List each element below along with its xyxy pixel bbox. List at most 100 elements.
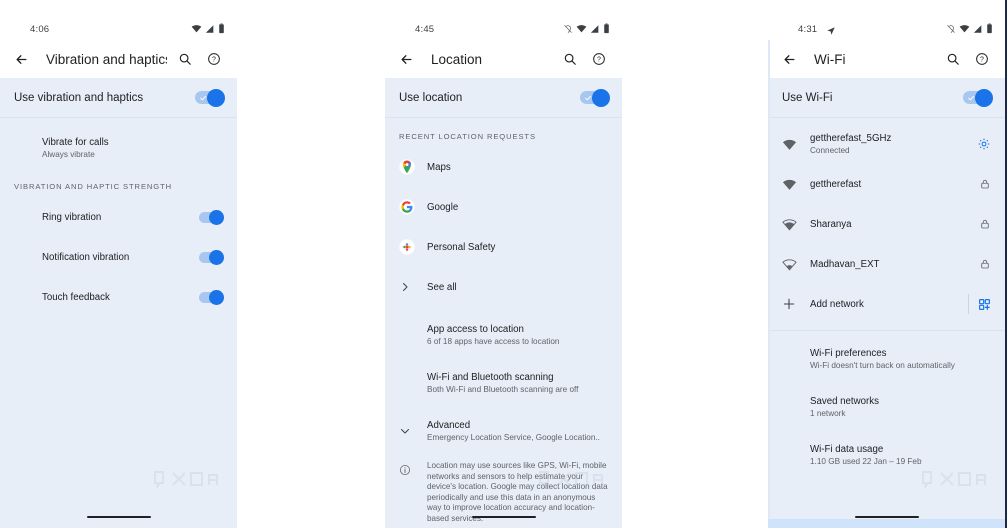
list-item-trailing (199, 289, 224, 305)
section-header-vibration-and-haptic-strength: VIBRATION AND HAPTIC STRENGTH (14, 182, 173, 191)
list-item-ring-vibration[interactable]: Ring vibration (0, 197, 237, 237)
list-item-subtitle: Both Wi-Fi and Bluetooth scanning are of… (427, 384, 579, 394)
help-button[interactable]: ? (203, 48, 225, 70)
toggle-knob (209, 289, 224, 305)
list-item-trailing[interactable] (977, 137, 991, 151)
list-item-personal-safety[interactable]: Personal Safety (385, 227, 622, 267)
list-item-wifi-data-usage[interactable]: Wi-Fi data usage 1.10 GB used 22 Jan – 1… (768, 435, 1005, 475)
list-item-subtitle: 6 of 18 apps have access to location (427, 336, 560, 346)
wifi-signal-3-icon (782, 218, 797, 231)
list-item-network-gettherefast[interactable]: gettherefast (768, 164, 1005, 204)
legal-leading (399, 461, 427, 524)
wifi-signal-2-icon (782, 258, 797, 271)
signal-icon (205, 24, 214, 33)
watermark-xda (153, 469, 223, 494)
list-item-texts: Wi-Fi and Bluetooth scanning Both Wi-Fi … (427, 371, 608, 396)
list-item-texts: Saved networks 1 network (810, 395, 991, 420)
plus-icon (783, 298, 795, 310)
list-item-advanced[interactable]: Advanced Emergency Location Service, Goo… (385, 411, 622, 451)
list-item-title: Wi-Fi preferences (810, 347, 887, 359)
toggle-switch-ring-vibration[interactable] (199, 209, 224, 225)
search-button[interactable] (559, 48, 581, 70)
list-item-maps[interactable]: Maps (385, 147, 622, 187)
list-item-app-access-to-location[interactable]: App access to location 6 of 18 apps have… (385, 315, 622, 355)
screenshot-stage: 4:06 Vibration and haptics ? Use vibrati… (0, 0, 1007, 528)
list-item-saved-networks[interactable]: Saved networks 1 network (768, 387, 1005, 427)
list-item-texts: Google (427, 201, 608, 214)
list-item-network-sharanya[interactable]: Sharanya (768, 204, 1005, 244)
list-item-subtitle: Emergency Location Service, Google Locat… (427, 432, 600, 442)
search-icon (564, 53, 576, 65)
master-toggle-row-use-vibration-and-haptics[interactable]: Use vibration and haptics (0, 78, 237, 118)
list-item-subtitle: Always vibrate (42, 149, 95, 159)
phone-screen-wi-fi: 4:31 Wi-Fi ? Use Wi-Fi gettherefast_5GHz… (768, 0, 1007, 528)
search-button[interactable] (174, 48, 196, 70)
list-item-texts: App access to location 6 of 18 apps have… (427, 323, 608, 348)
back-button[interactable] (10, 48, 32, 70)
master-toggle-switch[interactable] (195, 88, 225, 107)
list-item-texts: Notification vibration (42, 251, 191, 264)
status-bar-clock: 4:45 (415, 24, 435, 35)
list-item-network-madhavan-ext[interactable]: Madhavan_EXT (768, 244, 1005, 284)
list-item-notification-vibration[interactable]: Notification vibration (0, 237, 237, 277)
back-button[interactable] (778, 48, 800, 70)
app-bar: Vibration and haptics ? (0, 40, 237, 78)
status-bar-clock: 4:31 (798, 24, 818, 35)
list-item-title: gettherefast (810, 178, 862, 190)
status-bar-icons (946, 23, 993, 34)
list-item-title: Add network (810, 298, 864, 310)
master-toggle-switch[interactable] (963, 88, 993, 107)
toggle-switch-touch-feedback[interactable] (199, 289, 224, 305)
info-icon (400, 465, 410, 475)
list-item-trailing (199, 209, 224, 225)
list-item-title: Saved networks (810, 395, 879, 407)
master-toggle-row-use-wi-fi[interactable]: Use Wi-Fi (768, 78, 1005, 118)
list-item-title: See all (427, 281, 457, 293)
list-item-texts: Add network (810, 298, 960, 311)
help-button[interactable]: ? (588, 48, 610, 70)
list-item-see-all[interactable]: See all (385, 267, 622, 307)
master-toggle-label: Use Wi-Fi (782, 91, 833, 104)
master-toggle-row-use-location[interactable]: Use location (385, 78, 622, 118)
status-bar: 4:45 (385, 0, 622, 40)
search-button[interactable] (942, 48, 964, 70)
phone-screen-vibration-and-haptics: 4:06 Vibration and haptics ? Use vibrati… (0, 0, 237, 528)
list-item-leading (782, 257, 810, 272)
list-item-trailing (199, 249, 224, 265)
list-item-subtitle: 1.10 GB used 22 Jan – 19 Feb (810, 456, 922, 466)
toggle-switch-notification-vibration[interactable] (199, 249, 224, 265)
wifi-icon (191, 25, 202, 33)
list-item-wifi-and-bluetooth-scanning[interactable]: Wi-Fi and Bluetooth scanning Both Wi-Fi … (385, 363, 622, 403)
list-item-touch-feedback[interactable]: Touch feedback (0, 277, 237, 317)
gear-icon (978, 138, 990, 150)
status-bar-icons (191, 23, 225, 34)
back-button[interactable] (395, 48, 417, 70)
list-item-wifi-preferences[interactable]: Wi-Fi preferences Wi-Fi doesn't turn bac… (768, 339, 1005, 379)
lock-icon (981, 259, 989, 269)
list-item-subtitle: Wi-Fi doesn't turn back on automatically (810, 360, 955, 370)
list-item-texts: gettherefast (810, 178, 971, 191)
list-item-trailing[interactable] (968, 294, 991, 314)
list-item-title: Madhavan_EXT (810, 258, 880, 270)
list-item-vibrate-for-calls[interactable]: Vibrate for calls Always vibrate (0, 128, 237, 168)
help-icon: ? (208, 53, 220, 65)
phone-screen-location: 4:45 Location ? Use location RECENT LOCA… (385, 0, 622, 528)
list-item-add-network[interactable]: Add network (768, 284, 1005, 324)
list-item-leading (782, 217, 810, 232)
master-toggle-switch[interactable] (580, 88, 610, 107)
page-title: Wi-Fi (814, 51, 846, 67)
list-item-texts: gettherefast_5GHz Connected (810, 132, 969, 157)
list-item-google[interactable]: Google (385, 187, 622, 227)
help-button[interactable]: ? (971, 48, 993, 70)
list-item-title: Sharanya (810, 218, 852, 230)
list-item-title: gettherefast_5GHz (810, 132, 892, 144)
location-off-icon (947, 24, 955, 33)
app-bar: Location ? (385, 40, 622, 78)
list-item-title: Maps (427, 161, 451, 173)
list-item-texts: Ring vibration (42, 211, 191, 224)
list-item-trailing (979, 178, 991, 190)
list-item-network-gettherefast-5ghz[interactable]: gettherefast_5GHz Connected (768, 124, 1005, 164)
chevron-right-icon (403, 283, 408, 291)
list-item-leading[interactable] (399, 425, 427, 437)
battery-icon (219, 23, 224, 34)
